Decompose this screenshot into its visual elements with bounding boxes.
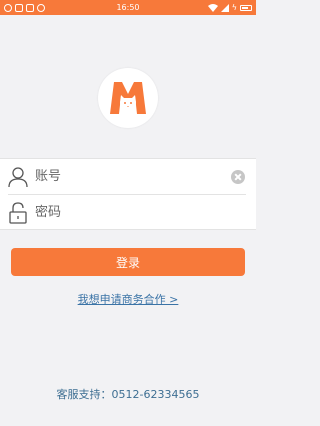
notification-icon — [37, 3, 45, 12]
app-notification-icon — [26, 3, 34, 12]
wifi-icon — [207, 3, 218, 12]
notification-icon — [4, 3, 12, 12]
battery-icon — [240, 4, 252, 11]
app-logo — [98, 68, 158, 128]
login-form — [0, 158, 256, 230]
signal-icon — [220, 3, 229, 12]
app-notification-icon — [15, 3, 23, 12]
charging-icon: ϟ — [231, 3, 237, 12]
status-icons-right: ϟ — [207, 3, 252, 12]
account-row — [0, 159, 256, 194]
cat-logo-icon — [110, 82, 146, 114]
business-cooperation-link[interactable]: 我想申请商务合作 > — [0, 291, 256, 307]
password-row — [0, 195, 256, 230]
password-input[interactable] — [35, 197, 256, 228]
user-icon — [7, 165, 29, 189]
account-input[interactable] — [35, 161, 231, 192]
status-bar: 16:50 ϟ — [0, 0, 256, 15]
login-button[interactable]: 登录 — [11, 248, 245, 276]
lock-icon — [7, 201, 29, 225]
status-icons-left — [4, 3, 45, 12]
clear-icon[interactable] — [231, 169, 245, 184]
customer-support-text: 客服支持：0512-62334565 — [56, 388, 200, 401]
